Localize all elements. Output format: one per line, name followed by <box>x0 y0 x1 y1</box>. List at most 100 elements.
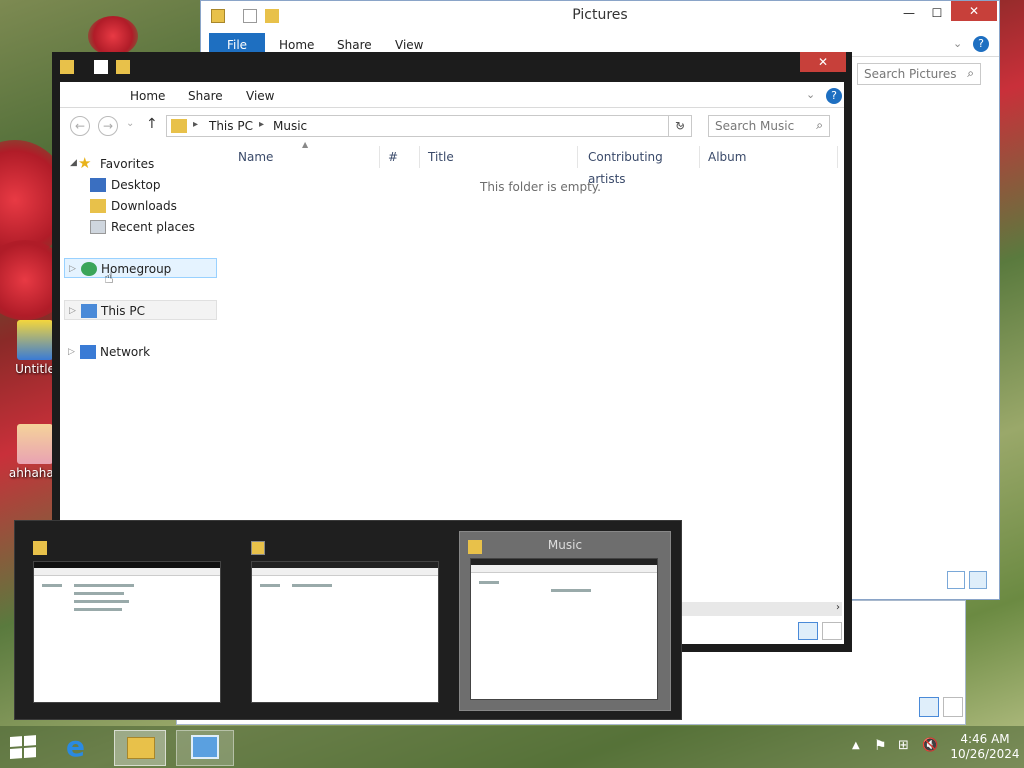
task-switcher: Music <box>14 520 682 720</box>
column-number[interactable]: # <box>388 146 420 168</box>
desktop-icon <box>90 178 106 192</box>
minimize-button[interactable]: — <box>895 3 923 23</box>
nav-desktop[interactable]: Desktop <box>90 175 218 195</box>
expand-arrow-icon[interactable]: ◢ <box>70 158 77 168</box>
desktop-icon-label: Untitle <box>15 362 55 376</box>
breadcrumb-separator-icon[interactable]: ▸ <box>259 119 264 130</box>
chevron-down-icon[interactable]: ⌄ <box>953 37 962 50</box>
task-thumbnail-1[interactable] <box>33 533 233 711</box>
search-icon[interactable]: ⌕ <box>967 66 974 81</box>
volume-muted-icon[interactable]: 🔇 <box>922 738 938 753</box>
close-button[interactable]: ✕ <box>951 1 997 21</box>
nav-downloads[interactable]: Downloads <box>90 196 218 216</box>
internet-explorer-button[interactable]: e <box>62 730 102 764</box>
horizontal-scrollbar[interactable]: › <box>682 602 842 616</box>
column-name[interactable]: Name <box>238 146 380 168</box>
breadcrumb-this-pc[interactable]: This PC <box>209 119 253 133</box>
anime-avatar-icon <box>17 424 53 464</box>
scroll-right-icon[interactable]: › <box>836 602 840 613</box>
address-bar[interactable]: ▸ This PC ▸ Music ⌄ <box>166 115 692 137</box>
start-button[interactable] <box>10 735 38 760</box>
music-search-input[interactable]: Search Music ⌕ <box>708 115 830 137</box>
network-status-icon[interactable]: ⊞ <box>898 738 909 753</box>
nav-this-pc[interactable]: ▷ This PC <box>64 300 217 320</box>
file-explorer-button[interactable] <box>114 730 166 766</box>
window-preview <box>33 561 221 703</box>
simpsons-icon <box>17 320 53 360</box>
recent-locations-chevron-icon[interactable]: ⌄ <box>126 118 134 129</box>
breadcrumb-separator-icon[interactable]: ▸ <box>193 119 198 130</box>
window-preview <box>470 558 658 700</box>
search-placeholder: Search Pictures <box>864 67 957 81</box>
document-folder-icon <box>251 541 265 555</box>
new-folder-icon[interactable] <box>116 60 130 74</box>
show-hidden-icons-icon[interactable]: ▲ <box>852 740 860 751</box>
expand-arrow-icon[interactable]: ▷ <box>69 301 76 321</box>
expand-arrow-icon[interactable]: ▷ <box>69 259 76 279</box>
nav-homegroup[interactable]: ▷ Homegroup <box>64 258 217 278</box>
help-icon[interactable]: ? <box>973 36 989 52</box>
refresh-button[interactable]: ↻ <box>668 115 692 137</box>
nav-favorites[interactable]: ★ Favorites <box>78 154 218 174</box>
maximize-button[interactable]: ☐ <box>923 3 951 23</box>
pictures-search-input[interactable]: Search Pictures ⌕ <box>857 63 981 85</box>
control-panel-icon <box>191 735 219 759</box>
pictures-titlebar[interactable]: Pictures — ☐ ✕ <box>201 1 999 31</box>
details-view-icon[interactable] <box>947 571 965 589</box>
nav-label: Network <box>100 345 151 359</box>
file-explorer-icon <box>127 737 155 759</box>
column-contributing-artists[interactable]: Contributing artists <box>588 146 700 186</box>
column-album[interactable]: Album <box>708 146 838 168</box>
large-icons-view-icon[interactable] <box>943 697 963 717</box>
clock[interactable]: 4:46 AM 10/26/2024 <box>950 732 1020 762</box>
tab-home[interactable]: Home <box>130 84 165 108</box>
empty-folder-message: This folder is empty. <box>480 180 601 194</box>
nav-label: Downloads <box>111 199 177 213</box>
music-titlebar[interactable]: ✕ <box>52 52 852 82</box>
details-view-icon[interactable] <box>798 622 818 640</box>
nav-label: Favorites <box>100 157 155 171</box>
breadcrumb-music[interactable]: Music <box>273 119 307 133</box>
folder-icon <box>33 541 47 555</box>
folder-icon <box>171 119 187 133</box>
details-view-icon[interactable] <box>919 697 939 717</box>
tab-share[interactable]: Share <box>188 84 223 108</box>
window-preview <box>251 561 439 703</box>
windows-logo-icon <box>10 735 38 759</box>
navigation-pane: ◢ ★ Favorites Desktop Downloads Recent p… <box>60 152 220 582</box>
search-icon[interactable]: ⌕ <box>816 118 823 133</box>
close-button[interactable]: ✕ <box>800 52 846 72</box>
downloads-folder-icon <box>90 199 106 213</box>
help-icon[interactable]: ? <box>826 88 842 104</box>
tab-view[interactable]: View <box>246 84 274 108</box>
task-thumbnail-2[interactable] <box>251 533 451 711</box>
clock-time: 4:46 AM <box>960 732 1010 746</box>
nav-network[interactable]: ▷ Network <box>64 342 217 362</box>
new-file-icon[interactable] <box>94 60 108 74</box>
properties-icon[interactable] <box>60 60 74 74</box>
chevron-down-icon[interactable]: ⌄ <box>806 88 815 101</box>
expand-arrow-icon[interactable]: ▷ <box>68 342 75 362</box>
pictures-title: Pictures <box>572 7 628 23</box>
up-button[interactable]: ↑ <box>146 116 158 132</box>
homegroup-icon <box>81 262 97 276</box>
action-center-flag-icon[interactable]: ⚑ <box>874 738 887 754</box>
file-list: ▲ Name # Title Contributing artists Albu… <box>230 140 840 566</box>
taskbar: e ▲ ⚑ ⊞ 🔇 4:46 AM 10/26/2024 <box>0 726 1024 768</box>
column-title[interactable]: Title <box>428 146 578 168</box>
large-icons-view-icon[interactable] <box>822 622 842 640</box>
clock-date: 10/26/2024 <box>950 747 1020 761</box>
search-placeholder: Search Music <box>715 119 795 133</box>
navigation-bar: ← → ⌄ ↑ ▸ This PC ▸ Music ⌄ ↻ Search Mus… <box>60 114 844 138</box>
internet-explorer-icon: e <box>66 730 85 763</box>
music-ribbon-tabs: Home Share View ⌄ ? <box>60 84 844 108</box>
task-thumbnail-3-selected[interactable]: Music <box>459 531 671 711</box>
nav-label: Recent places <box>111 220 195 234</box>
star-icon: ★ <box>78 154 92 172</box>
control-panel-button[interactable] <box>176 730 234 766</box>
nav-recent-places[interactable]: Recent places <box>90 217 218 237</box>
large-icons-view-icon[interactable] <box>969 571 987 589</box>
back-button[interactable]: ← <box>70 116 90 136</box>
forward-button[interactable]: → <box>98 116 118 136</box>
thumbnail-label: Music <box>547 538 583 552</box>
